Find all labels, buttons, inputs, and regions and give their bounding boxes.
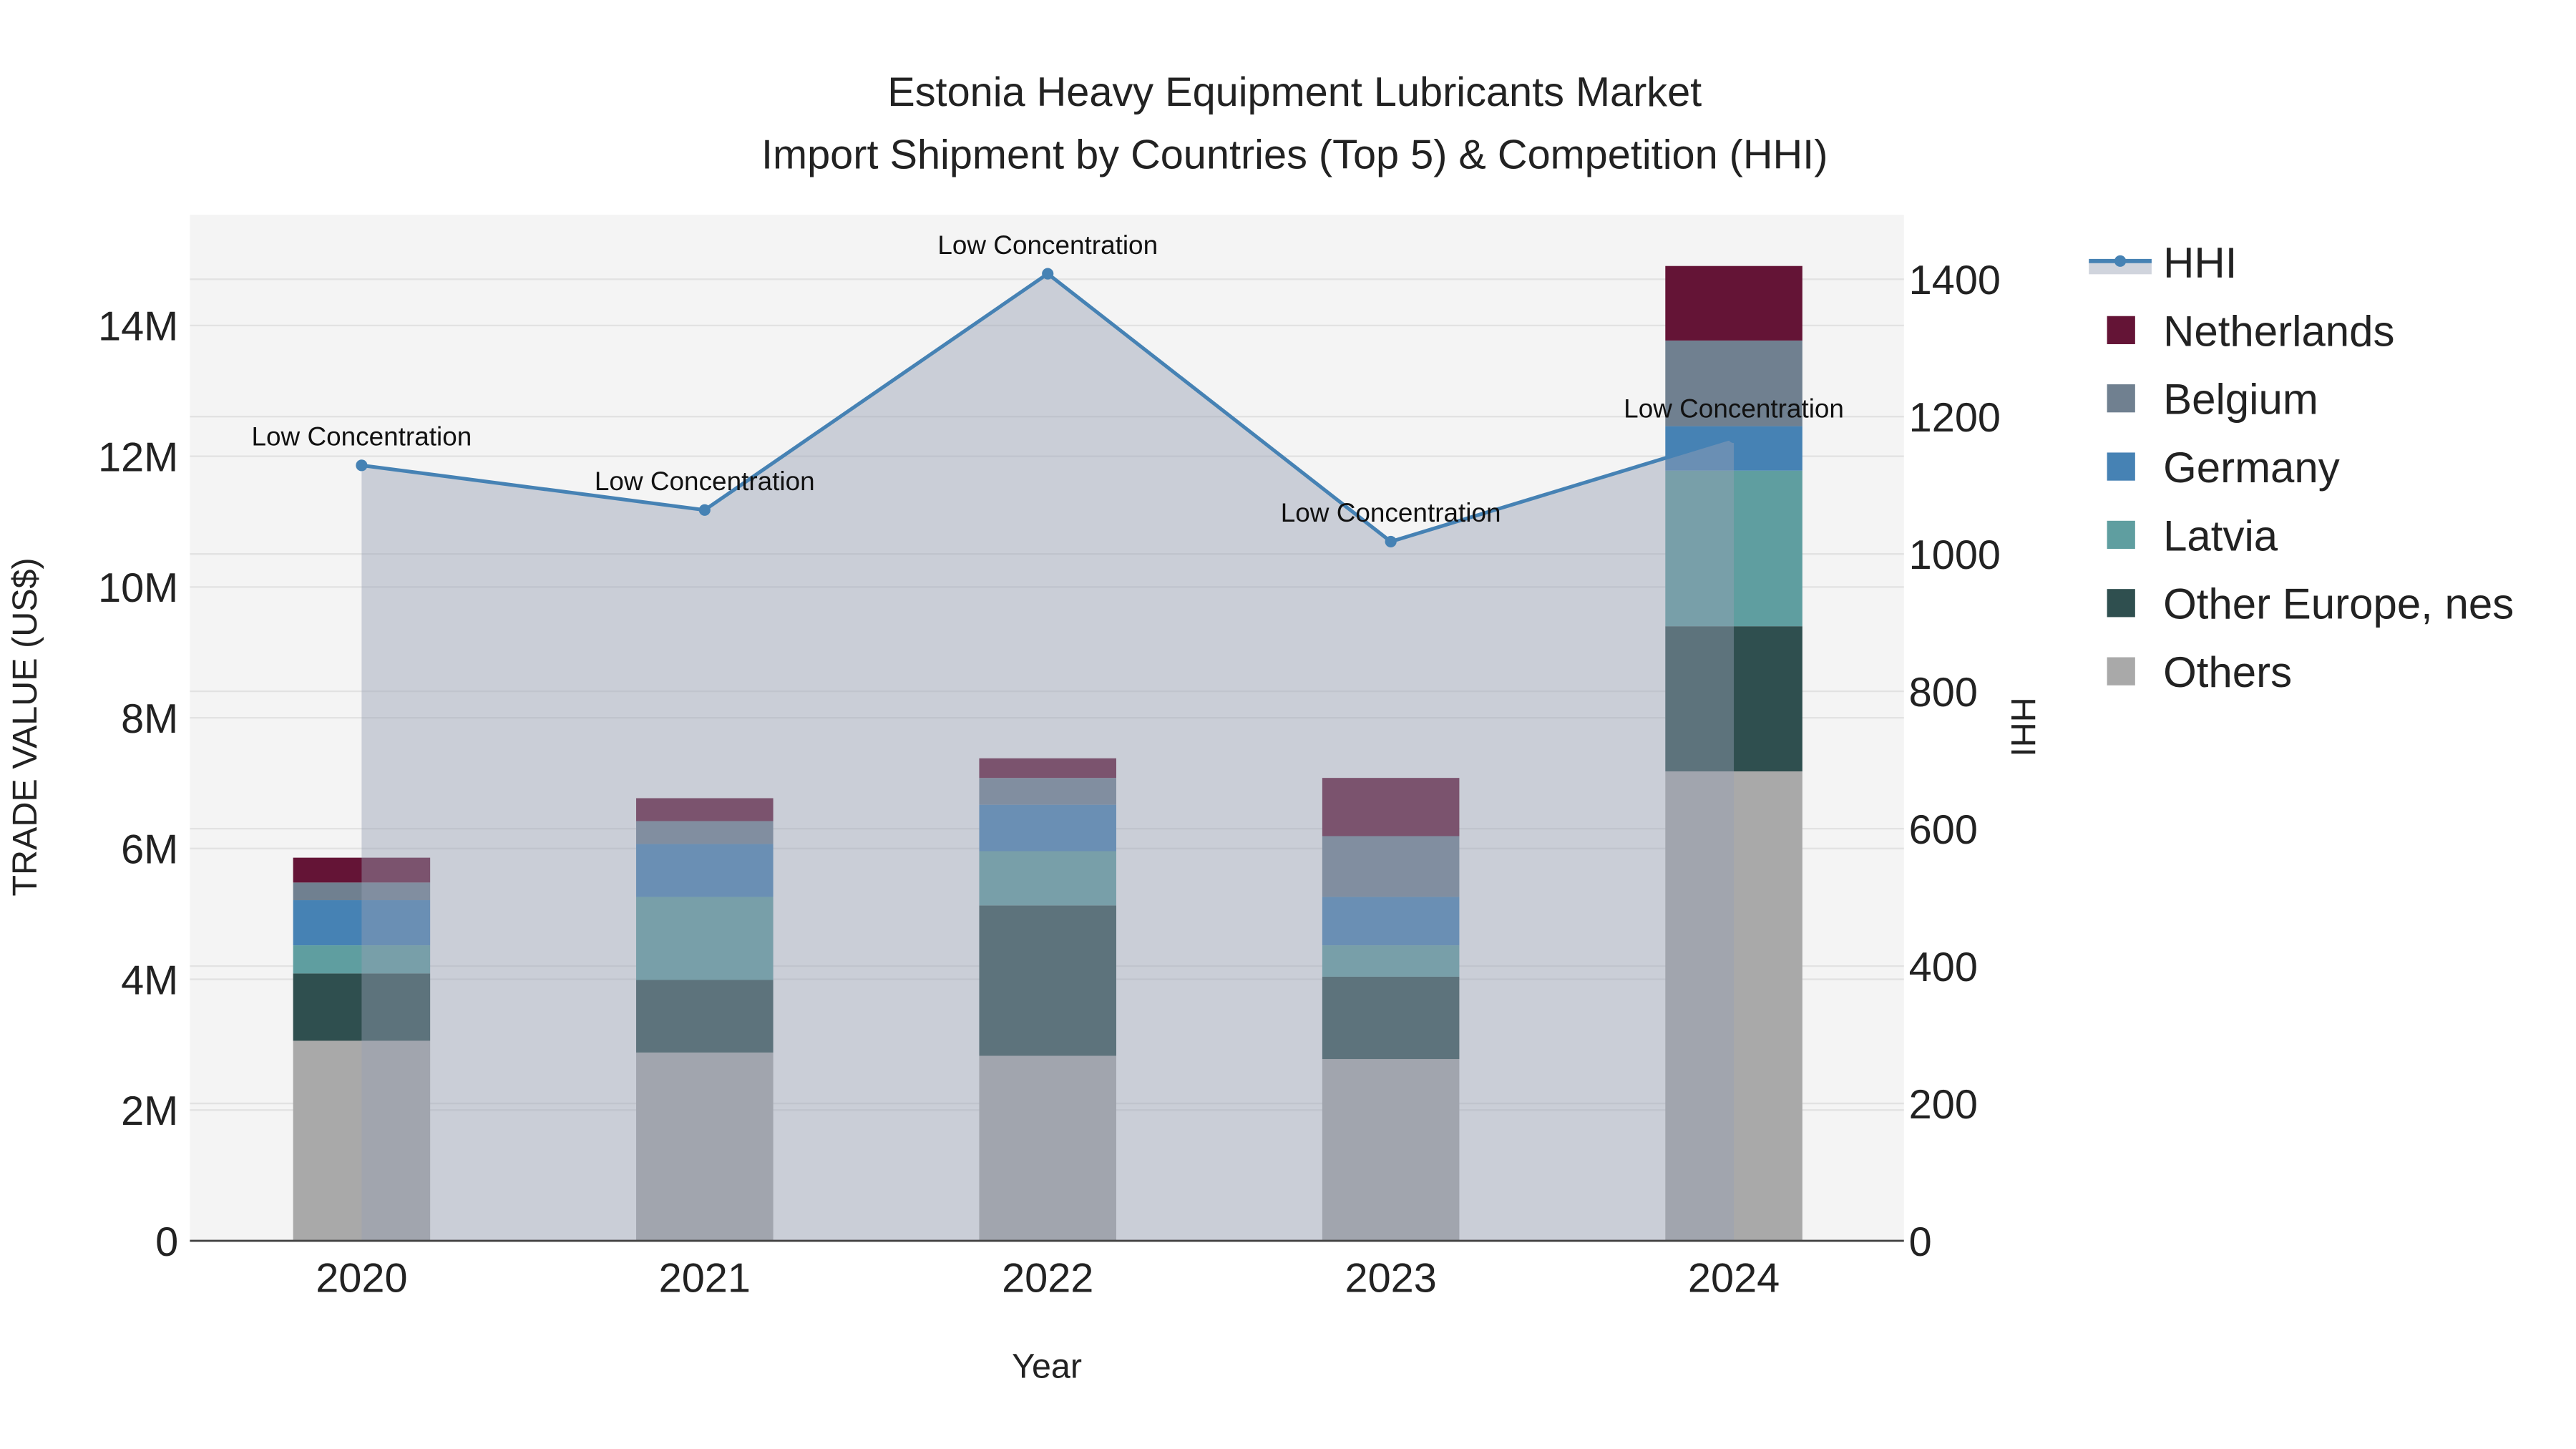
legend-swatch [2107, 452, 2135, 481]
legend-swatch [2107, 316, 2135, 344]
hhi-point-2020 [356, 459, 368, 472]
legend-swatch [2107, 657, 2135, 686]
x-tick-label: 2023 [1345, 1256, 1437, 1302]
hhi-point-2023 [1385, 535, 1397, 547]
legend-swatch [2107, 589, 2135, 618]
bar-netherlands-2024 [1665, 265, 1802, 341]
y-tick-label: 2M [121, 1088, 178, 1134]
hhi-point-2021 [698, 504, 711, 516]
hhi-annotation-2021: Low Concentration [595, 467, 815, 496]
y2-tick-label: 0 [1909, 1219, 1932, 1265]
y2-tick-label: 1000 [1909, 532, 2001, 578]
x-tick-label: 2020 [316, 1256, 407, 1302]
legend-label: Netherlands [2163, 307, 2394, 355]
legend-label: Latvia [2163, 512, 2278, 560]
y-tick-label: 6M [121, 827, 178, 873]
legend-swatch-marker [2114, 255, 2127, 267]
y-tick-label: 4M [121, 957, 178, 1003]
legend-label: Germany [2163, 444, 2340, 492]
x-axis-label: Year [1012, 1347, 1082, 1386]
hhi-annotation-2024: Low Concentration [1624, 394, 1844, 423]
y-tick-label: 10M [98, 565, 178, 611]
y-tick-label: 14M [98, 304, 178, 350]
chart-subtitle: Import Shipment by Countries (Top 5) & C… [761, 132, 1828, 178]
y-tick-label: 0 [155, 1219, 178, 1265]
chart: 0 2M 4M 6M 8M 10M 12M 14M 0 200 400 600 800 1000 1200… [0, 0, 2576, 1449]
legend-swatch [2107, 520, 2135, 550]
legend-label: HHI [2163, 239, 2237, 287]
legend-swatch [2107, 384, 2135, 413]
y2-tick-label: 600 [1909, 807, 1978, 853]
hhi-point-2022 [1042, 268, 1054, 280]
y2-tick-label: 1400 [1909, 258, 2001, 303]
y2-tick-label: 1200 [1909, 395, 2001, 441]
y-tick-label: 8M [121, 696, 178, 742]
y-tick-label: 12M [98, 434, 178, 480]
legend-label: Other Europe, nes [2163, 580, 2514, 628]
hhi-annotation-2022: Low Concentration [937, 230, 1158, 260]
x-tick-label: 2024 [1688, 1256, 1780, 1302]
x-tick-label: 2021 [659, 1256, 751, 1302]
y-axis-label: TRADE VALUE (US$) [6, 557, 44, 896]
x-tick-label: 2022 [1002, 1256, 1093, 1302]
y2-tick-label: 400 [1909, 945, 1978, 990]
y2-axis-label: HHI [2004, 697, 2042, 757]
hhi-point-2024 [1728, 431, 1740, 444]
y2-tick-label: 200 [1909, 1082, 1978, 1128]
legend-label: Others [2163, 648, 2292, 696]
legend-item-other-europe-nes: Other Europe, nes [2107, 580, 2514, 628]
y2-tick-label: 800 [1909, 670, 1978, 716]
legend-label: Belgium [2163, 376, 2318, 424]
hhi-annotation-2023: Low Concentration [1281, 498, 1501, 527]
hhi-annotation-2020: Low Concentration [251, 422, 472, 452]
chart-title: Estonia Heavy Equipment Lubricants Marke… [887, 69, 1702, 115]
